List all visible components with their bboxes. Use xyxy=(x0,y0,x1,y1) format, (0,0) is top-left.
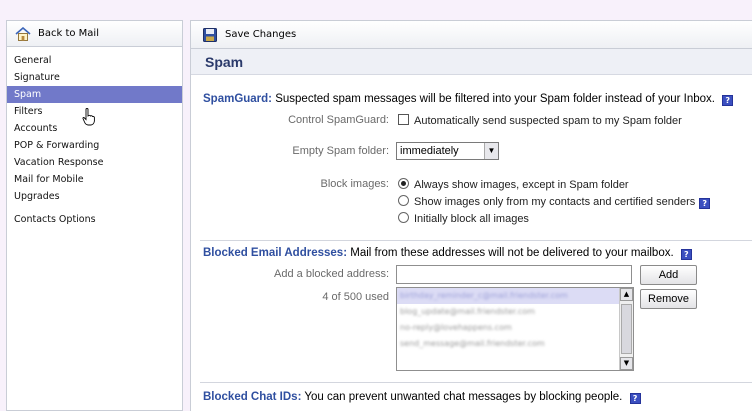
list-scrollbar[interactable]: ▲ ▼ xyxy=(619,288,633,370)
blocked-address: birthday_reminder_c@mail.friendster.com xyxy=(400,291,568,300)
add-button[interactable]: Add xyxy=(640,265,697,285)
control-spamguard-label: Control SpamGuard: xyxy=(288,114,389,126)
sidebar-item-upgrades[interactable]: Upgrades xyxy=(7,188,182,205)
auto-send-spam-checkbox[interactable] xyxy=(398,114,409,125)
section-divider xyxy=(200,240,752,241)
hand-cursor-icon xyxy=(82,108,95,126)
radio-label-block-all: Initially block all images xyxy=(414,213,529,225)
list-item[interactable]: send_message@mail.friendster.com xyxy=(397,336,633,352)
sidebar-item-vacation-response[interactable]: Vacation Response xyxy=(7,154,182,171)
list-item[interactable]: no-reply@lovehappens.com xyxy=(397,320,633,336)
back-to-mail-label: Back to Mail xyxy=(38,28,99,39)
home-icon xyxy=(15,26,31,41)
radio-label-always-show: Always show images, except in Spam folde… xyxy=(414,179,629,191)
blocked-addresses-list[interactable]: birthday_reminder_c@mail.friendster.com … xyxy=(396,287,634,371)
floppy-disk-icon xyxy=(203,27,217,42)
sidebar-item-mail-for-mobile[interactable]: Mail for Mobile xyxy=(7,171,182,188)
blocked-email-header: Blocked Email Addresses: Mail from these… xyxy=(203,247,692,260)
blocked-email-heading: Blocked Email Addresses: xyxy=(203,247,348,259)
scroll-up-arrow-icon[interactable]: ▲ xyxy=(620,288,633,301)
radio-label-contacts-only: Show images only from my contacts and ce… xyxy=(414,196,696,208)
save-changes-label: Save Changes xyxy=(225,29,297,40)
radio-block-all[interactable]: Initially block all images xyxy=(398,212,529,225)
back-to-mail-button[interactable]: Back to Mail xyxy=(7,21,182,47)
spamguard-header: SpamGuard: Suspected spam messages will … xyxy=(203,93,734,106)
blocked-address: no-reply@lovehappens.com xyxy=(400,323,512,332)
radio-button-selected[interactable] xyxy=(398,178,409,189)
list-item[interactable]: blog_update@mail.friendster.com xyxy=(397,304,633,320)
sidebar-item-signature[interactable]: Signature xyxy=(7,69,182,86)
sidebar-item-pop-forwarding[interactable]: POP & Forwarding xyxy=(7,137,182,154)
sidebar-item-spam[interactable]: Spam xyxy=(7,86,182,103)
sidebar-item-general[interactable]: General xyxy=(7,52,182,69)
empty-spam-folder-value: immediately xyxy=(400,145,459,157)
spamguard-heading: SpamGuard: xyxy=(203,93,273,105)
add-blocked-address-label: Add a blocked address: xyxy=(274,268,389,280)
radio-contacts-only[interactable]: Show images only from my contacts and ce… xyxy=(398,195,711,209)
help-icon[interactable]: ? xyxy=(699,198,711,209)
list-item[interactable]: birthday_reminder_c@mail.friendster.com xyxy=(397,288,633,304)
blocked-chat-heading: Blocked Chat IDs: xyxy=(203,391,302,403)
radio-button[interactable] xyxy=(398,195,409,206)
page-title: Spam xyxy=(191,49,752,75)
section-divider xyxy=(200,382,752,383)
settings-toolbar: Save Changes xyxy=(191,21,752,49)
blocked-email-description: Mail from these addresses will not be de… xyxy=(350,247,674,259)
empty-spam-folder-label: Empty Spam folder: xyxy=(292,145,389,157)
radio-button[interactable] xyxy=(398,212,409,223)
help-icon[interactable]: ? xyxy=(680,249,692,260)
scroll-thumb[interactable] xyxy=(621,304,632,354)
settings-nav: General Signature Spam Filters Accounts … xyxy=(7,52,182,228)
auto-send-spam-label: Automatically send suspected spam to my … xyxy=(414,115,682,127)
blocked-count-text: 4 of 500 used xyxy=(322,291,389,303)
blocked-chat-description: You can prevent unwanted chat messages b… xyxy=(304,391,623,403)
radio-always-show[interactable]: Always show images, except in Spam folde… xyxy=(398,178,629,191)
scroll-down-arrow-icon[interactable]: ▼ xyxy=(620,357,633,370)
settings-sidebar: Back to Mail General Signature Spam Filt… xyxy=(6,20,183,411)
blocked-address: send_message@mail.friendster.com xyxy=(400,339,545,348)
remove-button[interactable]: Remove xyxy=(640,289,697,309)
block-images-label: Block images: xyxy=(320,178,389,190)
sidebar-item-contacts-options[interactable]: Contacts Options xyxy=(7,211,182,228)
help-icon[interactable]: ? xyxy=(722,95,734,106)
dropdown-arrow-icon[interactable]: ▼ xyxy=(484,143,498,159)
blocked-address: blog_update@mail.friendster.com xyxy=(400,307,535,316)
blocked-address-input[interactable] xyxy=(396,265,632,284)
save-changes-button[interactable]: Save Changes xyxy=(203,27,297,42)
blocked-chat-header: Blocked Chat IDs: You can prevent unwant… xyxy=(203,391,641,404)
empty-spam-folder-select[interactable]: immediately ▼ xyxy=(396,142,499,160)
help-icon[interactable]: ? xyxy=(629,393,641,404)
spamguard-description: Suspected spam messages will be filtered… xyxy=(275,93,716,105)
auto-send-spam-option[interactable]: Automatically send suspected spam to my … xyxy=(398,114,682,127)
